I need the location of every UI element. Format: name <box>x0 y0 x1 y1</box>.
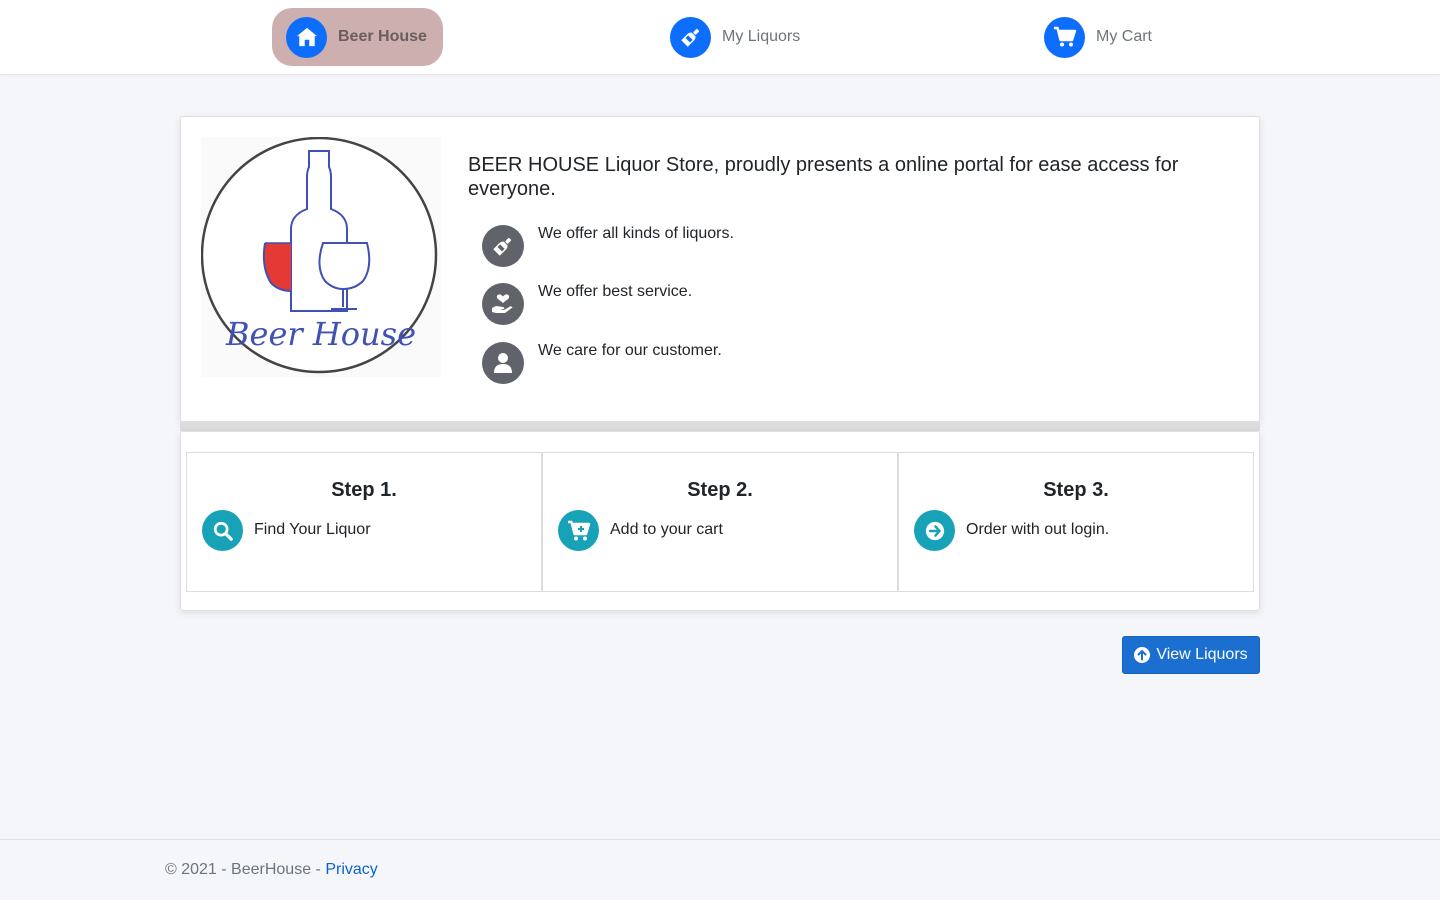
view-liquors-button[interactable]: View Liquors <box>1122 636 1260 674</box>
step-title: Step 3. <box>1043 479 1109 501</box>
step-text: Add to your cart <box>610 520 723 538</box>
logo-text: Beer House <box>225 315 416 353</box>
feature-text: We offer best service. <box>538 283 693 300</box>
intro-headline: BEER HOUSE Liquor Store, proudly present… <box>468 154 1179 200</box>
top-navbar: Beer House My Liquors My Cart <box>0 0 1440 75</box>
step-title: Step 1. <box>331 479 397 501</box>
search-icon <box>202 510 243 551</box>
feature-item: We offer best service. <box>482 283 692 325</box>
bottle-icon <box>670 16 711 58</box>
step-panel: Step 1. Find Your Liquor <box>186 452 542 592</box>
step-text: Find Your Liquor <box>254 520 371 538</box>
nav-item-my-liquors[interactable]: My Liquors <box>656 8 816 66</box>
steps-card: Step 1. Find Your Liquor Step 2. Add to … <box>180 431 1260 611</box>
nav-label: My Cart <box>1096 28 1152 45</box>
copyright-text: © 2021 - BeerHouse - <box>165 861 326 878</box>
cart-icon <box>1044 16 1085 58</box>
home-icon <box>286 16 327 58</box>
feature-item: We offer all kinds of liquors. <box>482 225 734 267</box>
nav-label: My Liquors <box>722 28 801 45</box>
feature-item: We care for our customer. <box>482 342 722 384</box>
section-divider <box>180 422 1260 431</box>
arrow-right-circle-icon <box>914 510 955 551</box>
arrow-up-circle-icon <box>1134 647 1151 663</box>
beer-house-logo: Beer House <box>200 136 441 377</box>
step-title: Step 2. <box>687 479 753 501</box>
step-text: Order with out login. <box>966 520 1110 538</box>
footer: © 2021 - BeerHouse - Privacy <box>0 839 1440 900</box>
intro-card: Beer House BEER HOUSE Liquor Store, prou… <box>180 116 1260 422</box>
step-panel: Step 2. Add to your cart <box>542 452 898 592</box>
nav-label: Beer House <box>338 28 427 45</box>
step-panel: Step 3. Order with out login. <box>898 452 1254 592</box>
privacy-link[interactable]: Privacy <box>325 861 377 878</box>
cart-plus-icon <box>558 510 599 551</box>
user-icon <box>482 342 524 384</box>
view-liquors-label: View Liquors <box>1156 646 1248 663</box>
footer-text: © 2021 - BeerHouse - Privacy <box>165 861 378 879</box>
nav-item-beer-house[interactable]: Beer House <box>272 8 443 66</box>
feature-text: We care for our customer. <box>538 342 722 359</box>
hand-heart-icon <box>482 283 524 325</box>
feature-text: We offer all kinds of liquors. <box>538 225 734 242</box>
nav-item-my-cart[interactable]: My Cart <box>1030 8 1168 66</box>
bottle-icon <box>482 225 524 267</box>
